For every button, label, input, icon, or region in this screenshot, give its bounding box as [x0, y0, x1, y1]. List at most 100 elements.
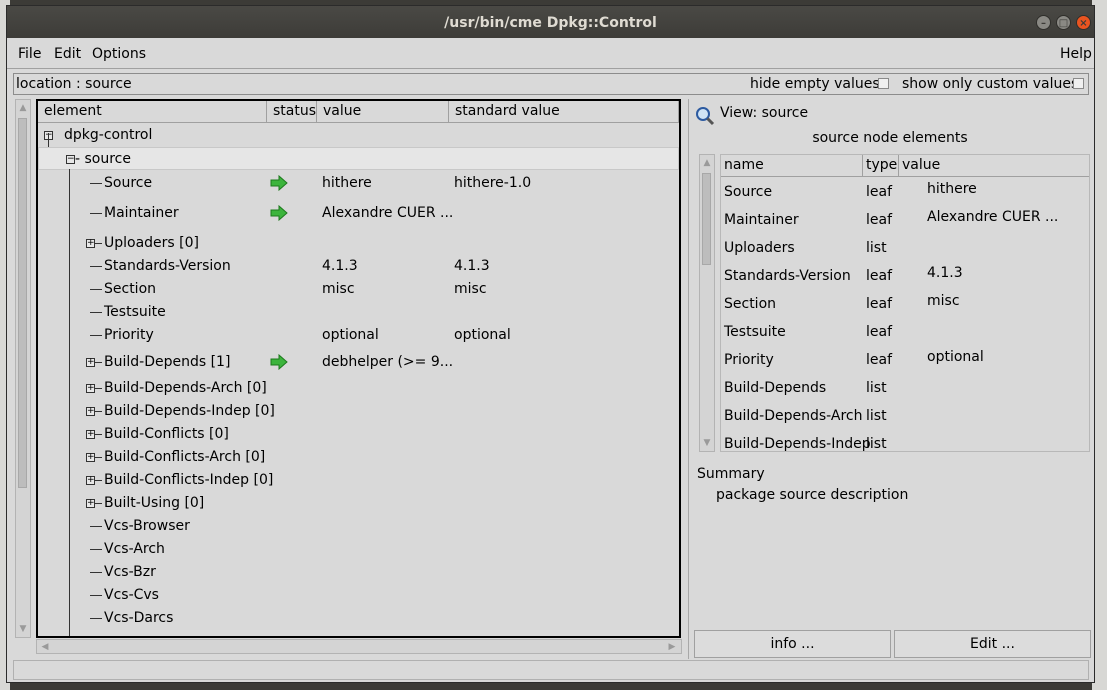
scroll-up-icon[interactable]: ▲: [700, 156, 714, 170]
tree-row-source[interactable]: − - source: [38, 147, 679, 170]
view-title: View: source: [720, 105, 809, 121]
edit-button[interactable]: Edit ...: [894, 630, 1091, 658]
list-item[interactable]: Build-Depends-Arch list: [721, 401, 1089, 429]
list-item-type: list: [866, 408, 887, 424]
scroll-right-icon[interactable]: ▶: [665, 640, 679, 654]
tree-line: [48, 133, 49, 147]
show-custom-checkbox[interactable]: [1073, 78, 1084, 89]
list-column-type[interactable]: type: [863, 155, 899, 177]
summary-label: Summary: [697, 466, 765, 482]
list-item[interactable]: Standards-Version leaf 4.1.3: [721, 261, 1089, 289]
tree-row[interactable]: Priority optional optional: [38, 324, 679, 347]
expand-icon[interactable]: +: [86, 239, 95, 248]
expand-icon[interactable]: +: [86, 407, 95, 416]
list-item-name: Build-Depends-Arch: [724, 408, 863, 424]
expand-icon[interactable]: +: [86, 499, 95, 508]
column-value[interactable]: value: [317, 101, 449, 123]
list-item[interactable]: Uploaders list: [721, 233, 1089, 261]
tree-row[interactable]: + Uploaders [0]: [38, 232, 679, 255]
list-item[interactable]: Section leaf misc: [721, 289, 1089, 317]
view-subtitle: source node elements: [812, 130, 968, 146]
tree-row[interactable]: Vcs-Arch: [38, 538, 679, 561]
scroll-left-icon[interactable]: ◀: [38, 640, 52, 654]
list-item-type: leaf: [866, 212, 893, 228]
list-item[interactable]: Testsuite leaf: [721, 317, 1089, 345]
tree-row[interactable]: + Built-Using [0]: [38, 492, 679, 515]
expand-icon[interactable]: +: [86, 476, 95, 485]
list-item[interactable]: Priority leaf optional: [721, 345, 1089, 373]
tree-row-value: optional: [322, 327, 379, 343]
tree-row-name: Build-Depends-Arch [0]: [104, 380, 267, 396]
tree-line: [90, 312, 102, 313]
maximize-icon[interactable]: □: [1056, 15, 1071, 30]
menu-help[interactable]: Help: [1060, 46, 1092, 62]
list-item[interactable]: Build-Depends-Indep list: [721, 429, 1089, 451]
tree-row-value: Alexandre CUER ...: [322, 205, 454, 221]
tree-line: [90, 183, 102, 184]
column-status[interactable]: status: [267, 101, 317, 123]
tree-row-value: debhelper (>= 9...: [322, 354, 454, 370]
menu-edit[interactable]: Edit: [54, 46, 81, 62]
tree-row[interactable]: Standards-Version 4.1.3 4.1.3: [38, 255, 679, 278]
minimize-icon[interactable]: –: [1036, 15, 1051, 30]
tree-row[interactable]: + Build-Depends [1] debhelper (>= 9...: [38, 351, 679, 374]
scroll-up-icon[interactable]: ▲: [16, 101, 30, 115]
expand-icon[interactable]: +: [86, 430, 95, 439]
list-item-type: leaf: [866, 268, 893, 284]
title-bar[interactable]: /usr/bin/cme Dpkg::Control – □ ×: [7, 6, 1094, 38]
collapse-icon[interactable]: −: [66, 155, 75, 164]
list-column-value[interactable]: value: [899, 155, 1089, 177]
summary-text: package source description: [716, 487, 909, 503]
tree-row[interactable]: Section misc misc: [38, 278, 679, 301]
tree-row[interactable]: Vcs-Darcs: [38, 607, 679, 630]
hide-empty-label: hide empty values: [750, 76, 880, 92]
tree-root-label: dpkg-control: [64, 127, 153, 143]
menu-options[interactable]: Options: [92, 46, 146, 62]
expand-icon[interactable]: +: [86, 384, 95, 393]
list-item-name: Standards-Version: [724, 268, 851, 284]
location-label: location : source: [16, 76, 132, 92]
tree-scroll-thumb[interactable]: [18, 118, 27, 488]
list-item-type: list: [866, 380, 887, 396]
list-vertical-scrollbar[interactable]: ▲ ▼: [699, 154, 715, 452]
tree-row[interactable]: + Build-Depends-Arch [0]: [38, 377, 679, 400]
list-item-type: leaf: [866, 324, 893, 340]
tree-row[interactable]: + Build-Conflicts-Indep [0]: [38, 469, 679, 492]
node-elements-list[interactable]: name type value Source leaf hithere Maintai…: [720, 154, 1090, 452]
scroll-down-icon[interactable]: ▼: [700, 436, 714, 450]
list-item-name: Uploaders: [724, 240, 795, 256]
tree-row-standard-value: hithere-1.0: [454, 175, 532, 191]
list-item[interactable]: Build-Depends list: [721, 373, 1089, 401]
list-item-type: leaf: [866, 352, 893, 368]
list-item-value: hithere: [927, 181, 977, 197]
tree-row-name: Build-Conflicts [0]: [104, 426, 229, 442]
tree-row[interactable]: Vcs-Cvs: [38, 584, 679, 607]
tree-row[interactable]: Maintainer Alexandre CUER ...: [38, 202, 679, 225]
scroll-down-icon[interactable]: ▼: [16, 622, 30, 636]
tree-vertical-scrollbar[interactable]: ▲ ▼: [15, 99, 31, 638]
tree-row-name: Vcs-Arch: [104, 541, 165, 557]
tree-row[interactable]: + Build-Conflicts [0]: [38, 423, 679, 446]
expand-icon[interactable]: +: [86, 453, 95, 462]
list-item[interactable]: Maintainer leaf Alexandre CUER ...: [721, 205, 1089, 233]
list-column-name[interactable]: name: [721, 155, 863, 177]
tree-row-name: Vcs-Cvs: [104, 587, 159, 603]
tree-horizontal-scrollbar[interactable]: ◀ ▶: [36, 639, 682, 654]
close-icon[interactable]: ×: [1076, 15, 1091, 30]
list-item[interactable]: Source leaf hithere: [721, 177, 1089, 205]
tree-row[interactable]: + Build-Depends-Indep [0]: [38, 400, 679, 423]
column-standard-value[interactable]: standard value: [449, 101, 679, 123]
tree-row[interactable]: Vcs-Browser: [38, 515, 679, 538]
tree-row[interactable]: Vcs-Bzr: [38, 561, 679, 584]
info-button[interactable]: info ...: [694, 630, 891, 658]
list-scroll-thumb[interactable]: [702, 173, 711, 265]
expand-icon[interactable]: +: [86, 358, 95, 367]
tree-row-root[interactable]: − dpkg-control: [38, 124, 679, 147]
tree-row[interactable]: Testsuite: [38, 301, 679, 324]
tree-row[interactable]: + Build-Conflicts-Arch [0]: [38, 446, 679, 469]
menu-file[interactable]: File: [18, 46, 41, 62]
config-tree[interactable]: element status value standard value − dp…: [36, 99, 681, 638]
tree-row[interactable]: Source hithere hithere-1.0: [38, 172, 679, 195]
column-element[interactable]: element: [38, 101, 267, 123]
hide-empty-checkbox[interactable]: [878, 78, 889, 89]
